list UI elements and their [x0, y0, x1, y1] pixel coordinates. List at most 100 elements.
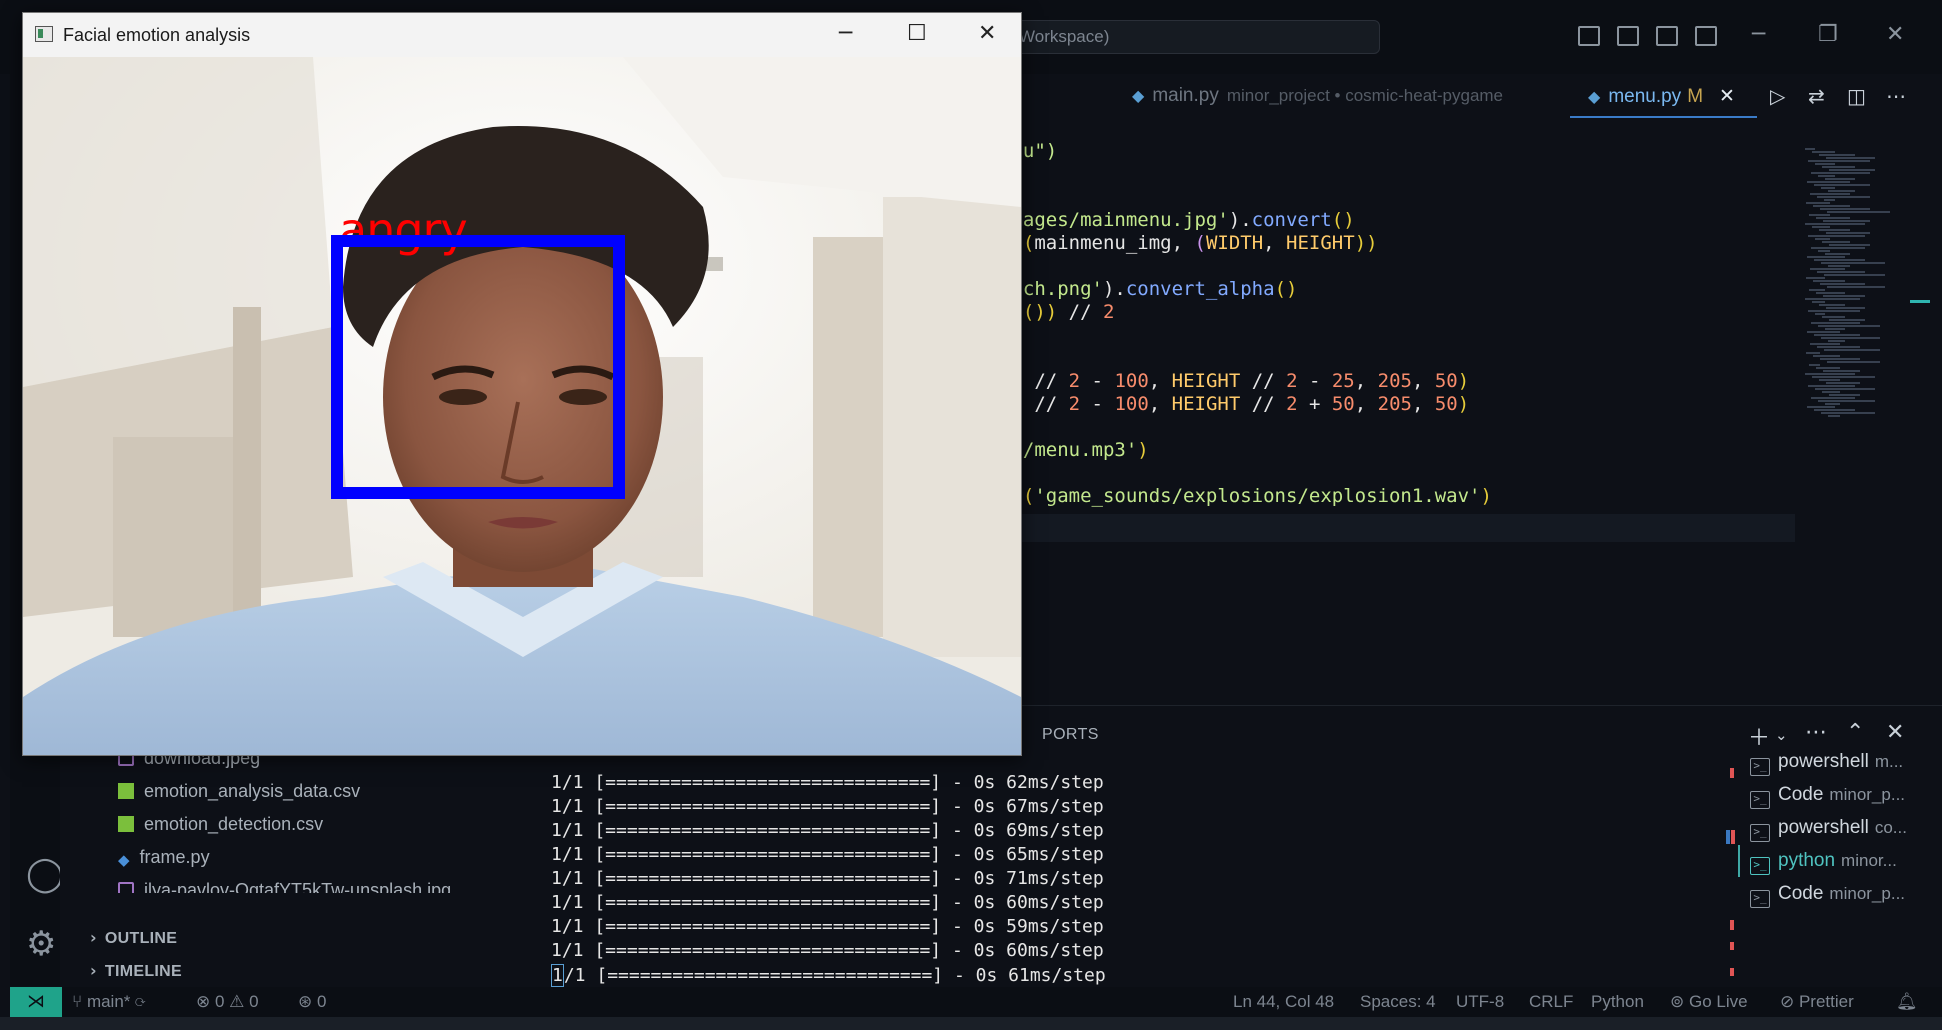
minimap-line: [1819, 304, 1845, 306]
code-token: //: [1022, 393, 1069, 415]
code-token: 50: [1434, 393, 1458, 415]
file-name: frame.py: [139, 847, 210, 867]
minimap-line: [1828, 190, 1855, 192]
ports-count: 0: [316, 992, 327, 1011]
minimap-line: [1826, 382, 1860, 384]
code-editor[interactable]: enu")images/mainmenu.jpg').convert()le(m…: [1000, 140, 1800, 700]
terminal-line: 1/1 [==============================] - 0…: [551, 772, 1104, 793]
toggle-primary-sidebar-icon[interactable]: [1578, 26, 1600, 46]
toggle-panel-icon[interactable]: [1617, 26, 1639, 46]
close-icon[interactable]: ✕: [1886, 22, 1904, 47]
go-live-button[interactable]: ⊚ Go Live: [1670, 992, 1748, 1012]
minimap-line: [1805, 373, 1855, 375]
problems-indicator[interactable]: ⊗ 0 ⚠ 0: [196, 992, 259, 1012]
minimap-line: [1827, 361, 1880, 363]
code-line[interactable]: TH // 2 - 100, HEIGHT // 2 - 25, 205, 50…: [1000, 370, 1469, 392]
terminal-tab-code[interactable]: >_ Code minor_p...: [1750, 779, 1940, 811]
minimap-line: [1817, 346, 1860, 348]
terminal-cursor: 1: [551, 964, 564, 987]
tab-ports[interactable]: PORTS: [1042, 726, 1099, 744]
terminal-line: 1/1 [==============================] - 0…: [551, 892, 1104, 913]
code-token: ,: [1148, 393, 1172, 415]
encoding-indicator[interactable]: UTF-8: [1456, 992, 1504, 1012]
restore-icon[interactable]: ❐: [1818, 22, 1838, 47]
app-icon: [35, 26, 53, 42]
customize-layout-icon[interactable]: [1695, 26, 1717, 46]
minimap-line: [1815, 238, 1830, 240]
minimap-line: [1806, 352, 1820, 354]
python-file-icon: ◆: [1132, 86, 1145, 105]
more-actions-icon[interactable]: ⋯: [1886, 84, 1906, 108]
minimap-line: [1809, 289, 1825, 291]
more-actions-icon[interactable]: ⋯: [1805, 720, 1827, 745]
minimap-line: [1821, 187, 1835, 189]
tab-menu-py[interactable]: ◆ menu.py M ✕: [1570, 74, 1757, 118]
toggle-secondary-sidebar-icon[interactable]: [1656, 26, 1678, 46]
warning-icon: ⚠: [229, 992, 250, 1011]
minimap-line: [1828, 415, 1840, 417]
code-token: 2: [1286, 370, 1298, 392]
code-token: 2: [1102, 301, 1115, 323]
indentation-indicator[interactable]: Spaces: 4: [1360, 992, 1436, 1012]
minimap-line: [1812, 226, 1830, 228]
cursor-position[interactable]: Ln 44, Col 48: [1233, 992, 1334, 1012]
modified-badge: M: [1687, 86, 1704, 107]
terminal-name: powershell: [1778, 817, 1869, 838]
split-editor-icon[interactable]: ◫: [1847, 84, 1866, 108]
code-line[interactable]: s/ch.png').convert_alpha(): [1000, 278, 1297, 300]
code-line[interactable]: le(mainmenu_img, (WIDTH, HEIGHT)): [1000, 232, 1378, 254]
broadcast-icon: ⊚: [1670, 992, 1689, 1011]
minimap-line: [1818, 250, 1830, 252]
tab-main-py[interactable]: ◆ main.py minor_project • cosmic-heat-pyga…: [1132, 74, 1503, 118]
minimize-icon[interactable]: ─: [839, 21, 852, 46]
branch-indicator[interactable]: ⑂ main* ⟳: [72, 992, 145, 1012]
file-item[interactable]: ◆ frame.py: [118, 842, 210, 872]
timeline-section-header[interactable]: › TIMELINE: [90, 961, 182, 981]
eol-indicator[interactable]: CRLF: [1529, 992, 1573, 1012]
code-line[interactable]: images/mainmenu.jpg').convert(): [1000, 209, 1355, 231]
code-line[interactable]: TH // 2 - 100, HEIGHT // 2 + 50, 205, 50…: [1000, 393, 1469, 415]
code-token: ).: [1102, 278, 1126, 300]
file-item[interactable]: emotion_analysis_data.csv: [118, 776, 360, 806]
close-icon[interactable]: ✕: [978, 21, 996, 46]
terminal-tab-python[interactable]: >_ python minor...: [1738, 845, 1928, 877]
minimap-line: [1814, 409, 1855, 411]
code-token: -: [1297, 370, 1332, 392]
account-icon[interactable]: ◯: [26, 854, 64, 894]
terminal-tab-code[interactable]: >_ Code minor_p...: [1750, 878, 1940, 910]
terminal-icon: >_: [1750, 890, 1770, 908]
compare-changes-icon[interactable]: ⇄: [1808, 84, 1825, 108]
file-item[interactable]: ilya-pavlov-OqtafYT5kTw-unsplash.jpg: [118, 875, 451, 893]
csv-file-icon: [118, 816, 134, 832]
command-center-search[interactable]: Workspace): [1010, 20, 1380, 54]
prettier-indicator[interactable]: ⊘ Prettier: [1780, 992, 1854, 1012]
terminal-tab-powershell[interactable]: >_ powershell m...: [1750, 746, 1940, 778]
outline-section-header[interactable]: › OUTLINE: [90, 928, 177, 948]
warning-count: 0: [249, 992, 259, 1011]
file-name: emotion_detection.csv: [144, 814, 324, 834]
chevron-down-icon[interactable]: ⌄: [1775, 726, 1788, 744]
minimap-line: [1805, 148, 1815, 150]
terminal-tab-powershell[interactable]: >_ powershell co...: [1750, 812, 1940, 844]
code-line[interactable]: nd('game_sounds/explosions/explosion1.wa…: [1000, 485, 1492, 507]
minimap-line: [1825, 178, 1855, 180]
code-token: 2: [1068, 393, 1081, 415]
minimize-icon[interactable]: ─: [1752, 22, 1765, 47]
facial-emotion-window[interactable]: Facial emotion analysis ─ ☐ ✕ angry: [22, 12, 1022, 756]
file-item[interactable]: emotion_detection.csv: [118, 809, 323, 839]
notifications-bell-icon[interactable]: 🔔︎: [1896, 992, 1918, 1012]
settings-gear-icon[interactable]: ⚙: [26, 924, 56, 964]
run-icon[interactable]: ▷: [1770, 84, 1785, 108]
window-title-bar[interactable]: Facial emotion analysis ─ ☐ ✕: [23, 13, 1021, 57]
code-line[interactable]: ds/menu.mp3'): [1000, 439, 1149, 461]
language-indicator[interactable]: Python: [1591, 992, 1644, 1012]
remote-indicator-icon[interactable]: ⋊: [10, 987, 62, 1017]
ports-indicator[interactable]: ⊛ 0: [298, 992, 326, 1012]
close-tab-icon[interactable]: ✕: [1719, 85, 1735, 107]
desktop: Workspace) ─ ❐ ✕ py ◆main.pyminor_projec…: [0, 0, 1942, 1030]
maximize-icon[interactable]: ☐: [907, 21, 927, 46]
chevron-right-icon: ›: [90, 961, 97, 980]
close-panel-icon[interactable]: ✕: [1886, 720, 1904, 745]
maximize-panel-icon[interactable]: ⌃: [1846, 720, 1864, 745]
minimap[interactable]: [1800, 148, 1900, 428]
